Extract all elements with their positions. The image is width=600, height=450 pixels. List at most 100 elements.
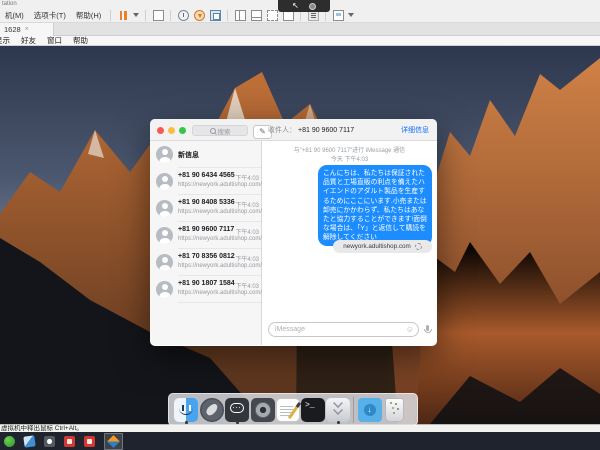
vmware-tabbar: 1628 ×	[0, 23, 600, 36]
conversation-time: 下午4:03	[235, 173, 259, 182]
fullscreen-icon[interactable]	[267, 10, 278, 21]
mac-menu-buddies[interactable]: 好友	[21, 36, 36, 46]
dock-installer-icon[interactable]	[326, 398, 350, 422]
status-text: 虚拟机中释出鼠标 Ctrl+Alt。	[1, 425, 83, 432]
avatar	[156, 173, 173, 190]
dock-trash-icon[interactable]	[385, 398, 404, 422]
mac-menu-help[interactable]: 帮助	[73, 36, 88, 46]
toolbar-separator	[227, 10, 228, 21]
search-input[interactable]: 搜索	[192, 125, 248, 136]
conversation-preview: https://newyork.adultishop.com/	[178, 236, 262, 242]
conversation-time: 下午4:03	[235, 200, 259, 209]
tab-close-icon[interactable]: ×	[25, 26, 29, 33]
messages-window: 搜索 ✎ 收件人： +81 90 9600 7117 详细信息 新信息 +81 …	[150, 119, 437, 346]
finder-running-indicator	[185, 421, 188, 424]
row-divider	[178, 302, 262, 303]
conversation-title: +81 70 8356 0812	[178, 253, 235, 260]
avatar	[156, 146, 173, 163]
conversation-row-active[interactable]: +81 90 9600 7117 下午4:03 https://newyork.…	[150, 222, 262, 249]
display-dropdown-caret[interactable]	[348, 13, 354, 17]
dock-terminal-icon[interactable]	[301, 398, 325, 422]
vm-tab-1628[interactable]: 1628 ×	[0, 23, 54, 36]
emoji-icon[interactable]: ☺	[406, 326, 414, 334]
thread-timestamp: 今天 下午4:03	[262, 154, 437, 163]
message-thread: 与"+81 90 9600 7117"进行 iMessage 通信 今天 下午4…	[262, 141, 437, 345]
conversation-title: 新信息	[178, 150, 199, 160]
vm-tab-label: 1628	[4, 25, 21, 34]
message-input[interactable]: iMessage ☺	[268, 322, 419, 337]
pause-icon[interactable]	[118, 10, 129, 21]
conversation-row[interactable]: +81 90 8408 5336 下午4:03 https://newyork.…	[150, 195, 262, 222]
dock-finder-icon[interactable]	[174, 398, 198, 422]
messages-running-indicator	[236, 421, 239, 424]
dock-separator	[353, 397, 354, 423]
conversation-row[interactable]: +81 90 1807 1584 下午4:03 https://newyork.…	[150, 276, 262, 303]
conversation-title: +81 90 8408 5336	[178, 199, 235, 206]
conversation-title: +81 90 1807 1584	[178, 280, 235, 287]
conversation-time: 下午4:03	[235, 281, 259, 290]
capture-toolbar[interactable]: ↖	[278, 0, 330, 12]
conversation-time: 下午4:03	[235, 254, 259, 263]
thumbnail-bar-icon[interactable]	[251, 10, 262, 21]
display-settings-icon[interactable]	[333, 10, 344, 21]
conversation-title: +81 90 6434 4565	[178, 172, 235, 179]
dock-messages-icon[interactable]	[225, 398, 249, 422]
zoom-window-button[interactable]	[179, 127, 186, 134]
revert-snapshot-icon[interactable]	[194, 10, 205, 21]
conversation-row-new[interactable]: 新信息	[150, 141, 262, 168]
vmware-title-fragment: tation	[2, 1, 17, 7]
toolbar-separator	[110, 10, 111, 21]
mac-menu-window[interactable]: 窗口	[47, 36, 62, 46]
link-preview-bubble[interactable]: newyork.adultishop.com	[333, 240, 432, 253]
avatar	[156, 254, 173, 271]
avatar	[156, 227, 173, 244]
toolbar-separator	[170, 10, 171, 21]
green-app-icon[interactable]	[4, 436, 15, 447]
red-app-icon-2[interactable]	[84, 436, 95, 447]
search-placeholder: 搜索	[218, 126, 231, 136]
message-input-placeholder: iMessage	[275, 326, 305, 333]
mac-menu-view[interactable]: 显示	[0, 36, 10, 46]
clock-snapshot-icon[interactable]	[178, 10, 189, 21]
apple-app-icon[interactable]	[44, 436, 55, 447]
conversation-preview: https://newyork.adultishop.com/	[178, 182, 262, 188]
record-icon[interactable]	[309, 3, 316, 10]
conversation-preview: https://newyork.adultishop.com/	[178, 263, 262, 269]
dock-downloads-icon[interactable]	[358, 398, 382, 422]
microphone-icon[interactable]	[423, 325, 431, 335]
vmware-taskbar-icon[interactable]	[104, 433, 123, 450]
link-text: newyork.adultishop.com	[343, 243, 411, 250]
conversation-title: +81 90 9600 7117	[178, 226, 234, 233]
dock-textedit-icon[interactable]	[276, 398, 300, 422]
avatar	[156, 200, 173, 217]
menu-help[interactable]: 帮助(H)	[71, 10, 106, 21]
avatar	[156, 281, 173, 298]
imessage-notice: 与"+81 90 9600 7117"进行 iMessage 通信	[262, 145, 437, 154]
windows-taskbar	[0, 432, 600, 450]
dock	[168, 393, 418, 426]
favicon-spinner-icon	[415, 243, 422, 250]
details-link[interactable]: 详细信息	[401, 125, 429, 135]
menu-tabs[interactable]: 选项卡(T)	[29, 10, 71, 21]
send-cad-icon[interactable]	[153, 10, 164, 21]
installer-running-indicator	[337, 421, 340, 424]
library-pane-icon[interactable]	[235, 10, 246, 21]
cursor-icon[interactable]: ↖	[292, 1, 299, 11]
conversation-row[interactable]: +81 70 8356 0812 下午4:03 https://newyork.…	[150, 249, 262, 276]
blue-app-icon[interactable]	[23, 435, 35, 447]
pause-dropdown-caret[interactable]	[133, 13, 139, 17]
conversation-preview: https://newyork.adultishop.com/	[178, 209, 262, 215]
menu-vm[interactable]: 机(M)	[0, 10, 29, 21]
to-label: 收件人：	[268, 125, 296, 135]
minimize-window-button[interactable]	[168, 127, 175, 134]
recipient-header: 收件人： +81 90 9600 7117 详细信息	[268, 119, 437, 141]
snapshot-manager-icon[interactable]	[210, 10, 221, 21]
close-window-button[interactable]	[157, 127, 164, 134]
red-app-icon-1[interactable]	[64, 436, 75, 447]
conversation-preview: https://newyork.adultishop.com/	[178, 290, 262, 296]
dock-launchpad-icon[interactable]	[200, 398, 224, 422]
messages-toolbar: 搜索 ✎ 收件人： +81 90 9600 7117 详细信息	[150, 119, 437, 141]
dock-system-preferences-icon[interactable]	[251, 398, 275, 422]
conversation-row[interactable]: +81 90 6434 4565 下午4:03 https://newyork.…	[150, 168, 262, 195]
conversation-time: 下午4:03	[235, 227, 259, 236]
